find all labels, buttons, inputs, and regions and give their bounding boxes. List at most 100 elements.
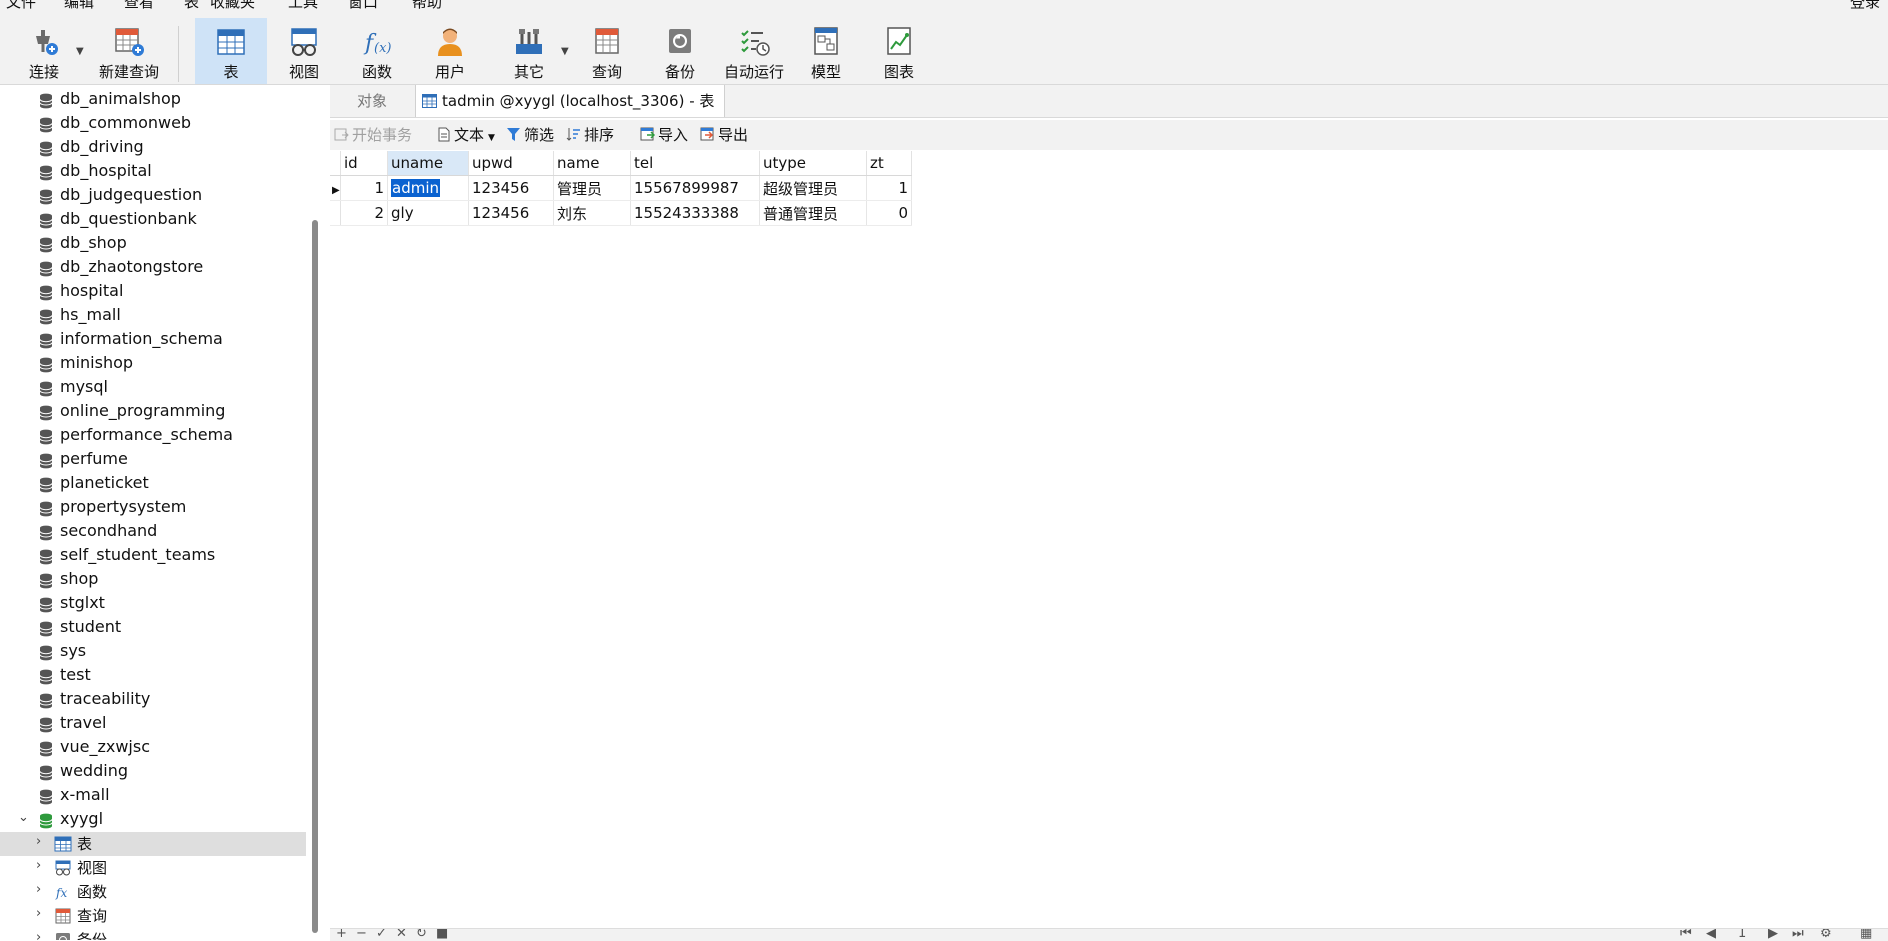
text-button[interactable]: 文本 ▼: [436, 124, 495, 149]
sidebar-db-travel[interactable]: travel: [0, 712, 306, 736]
column-header-tel[interactable]: tel: [630, 151, 760, 176]
sidebar-db-db_shop[interactable]: db_shop: [0, 232, 306, 256]
sidebar-db-test[interactable]: test: [0, 664, 306, 688]
export-button[interactable]: 导出: [700, 124, 748, 146]
sidebar-db-performance_schema[interactable]: performance_schema: [0, 424, 306, 448]
query-button[interactable]: 查询: [571, 18, 643, 84]
cell-zt[interactable]: 1: [866, 175, 912, 201]
sidebar-node-functions[interactable]: › fx 函数: [0, 880, 306, 904]
next-page-icon[interactable]: ▶: [1768, 929, 1778, 941]
cell-zt[interactable]: 0: [866, 200, 912, 226]
sidebar-db-traceability[interactable]: traceability: [0, 688, 306, 712]
cell-upwd[interactable]: 123456: [468, 175, 554, 201]
menu-view[interactable]: 查看: [124, 0, 154, 10]
cell-id[interactable]: 1: [340, 175, 388, 201]
page-number[interactable]: 1: [1738, 929, 1746, 941]
tab-objects[interactable]: 对象: [330, 85, 414, 117]
cell-name[interactable]: 刘东: [553, 200, 631, 226]
sidebar-db-x-mall[interactable]: x-mall: [0, 784, 306, 808]
connect-dropdown-icon[interactable]: ▼: [76, 46, 84, 57]
sidebar-db-online_programming[interactable]: online_programming: [0, 400, 306, 424]
first-page-icon[interactable]: ⏮: [1680, 929, 1692, 941]
menu-edit[interactable]: 编辑: [64, 0, 94, 10]
connection-tree[interactable]: db_animalshop db_commonweb db_driving db_ho…: [0, 85, 306, 940]
connect-button[interactable]: 连接: [8, 18, 80, 84]
sidebar-db-planeticket[interactable]: planeticket: [0, 472, 306, 496]
sidebar-node-backups[interactable]: › 备份: [0, 928, 306, 940]
sidebar-db-perfume[interactable]: perfume: [0, 448, 306, 472]
cell-uname[interactable]: gly: [387, 200, 469, 226]
begin-transaction-button[interactable]: 开始事务: [334, 124, 412, 146]
sidebar-node-queries[interactable]: › 查询: [0, 904, 306, 928]
new-query-button[interactable]: 新建查询: [86, 18, 172, 84]
sidebar-db-self_student_teams[interactable]: self_student_teams: [0, 544, 306, 568]
sidebar-db-propertysystem[interactable]: propertysystem: [0, 496, 306, 520]
prev-page-icon[interactable]: ◀: [1706, 929, 1716, 941]
cell-utype[interactable]: 超级管理员: [759, 175, 867, 201]
chart-button[interactable]: 图表: [863, 18, 935, 84]
sidebar-db-wedding[interactable]: wedding: [0, 760, 306, 784]
column-header-upwd[interactable]: upwd: [468, 151, 554, 176]
cell-tel[interactable]: 15567899987: [630, 175, 760, 201]
backup-button[interactable]: 备份: [644, 18, 716, 84]
filter-button[interactable]: 筛选: [506, 124, 554, 146]
cell-upwd[interactable]: 123456: [468, 200, 554, 226]
sort-button[interactable]: 排序: [566, 124, 614, 146]
column-header-id[interactable]: id: [340, 151, 388, 176]
function-button[interactable]: f (x) 函数: [341, 18, 413, 84]
sidebar-scrollbar[interactable]: [312, 220, 318, 933]
cell-tel[interactable]: 15524333388: [630, 200, 760, 226]
sidebar-db-stglxt[interactable]: stglxt: [0, 592, 306, 616]
apply-icon[interactable]: ✓: [376, 929, 387, 941]
cell-uname[interactable]: admin: [387, 175, 469, 201]
menu-tools[interactable]: 工具: [288, 0, 318, 10]
view-button[interactable]: 视图: [268, 18, 340, 84]
discard-icon[interactable]: ✕: [396, 929, 407, 941]
chevron-down-icon[interactable]: ⌄: [18, 810, 29, 825]
sidebar-db-shop[interactable]: shop: [0, 568, 306, 592]
sidebar-db-db_driving[interactable]: db_driving: [0, 136, 306, 160]
sidebar-db-hs_mall[interactable]: hs_mall: [0, 304, 306, 328]
menu-file[interactable]: 文件: [6, 0, 36, 10]
menu-favorites[interactable]: 收藏夹: [210, 0, 255, 10]
sidebar-db-open[interactable]: ⌄ xyygl: [0, 808, 306, 832]
gear-icon[interactable]: ⚙: [1820, 929, 1832, 941]
sidebar-db-sys[interactable]: sys: [0, 640, 306, 664]
column-header-utype[interactable]: utype: [759, 151, 867, 176]
cell-id[interactable]: 2: [340, 200, 388, 226]
user-button[interactable]: 用户: [414, 18, 486, 84]
sidebar-node-tables[interactable]: › 表: [0, 832, 306, 856]
chevron-right-icon[interactable]: ›: [36, 930, 41, 940]
column-header-uname[interactable]: uname: [387, 151, 469, 176]
sidebar-db-db_commonweb[interactable]: db_commonweb: [0, 112, 306, 136]
menu-table[interactable]: 表: [184, 0, 199, 10]
sidebar-db-db_animalshop[interactable]: db_animalshop: [0, 88, 306, 112]
import-button[interactable]: 导入: [640, 124, 688, 146]
sidebar-db-mysql[interactable]: mysql: [0, 376, 306, 400]
menu-window[interactable]: 窗口: [348, 0, 378, 10]
cell-utype[interactable]: 普通管理员: [759, 200, 867, 226]
stop-icon[interactable]: ■: [436, 929, 448, 941]
model-button[interactable]: 模型: [790, 18, 862, 84]
other-button[interactable]: 其它: [493, 18, 565, 84]
column-header-zt[interactable]: zt: [866, 151, 912, 176]
sidebar-db-minishop[interactable]: minishop: [0, 352, 306, 376]
sidebar-db-student[interactable]: student: [0, 616, 306, 640]
last-page-icon[interactable]: ⏭: [1792, 929, 1804, 941]
refresh-icon[interactable]: ↻: [416, 929, 427, 941]
sidebar-db-hospital[interactable]: hospital: [0, 280, 306, 304]
add-record-icon[interactable]: +: [336, 929, 347, 941]
auto-run-button[interactable]: 自动运行: [716, 18, 792, 84]
chevron-right-icon[interactable]: ›: [36, 906, 41, 921]
table-row[interactable]: ▶ 1 admin 123456 管理员 15567899987 超级管理员 1: [330, 175, 912, 201]
chevron-right-icon[interactable]: ›: [36, 858, 41, 873]
table-row[interactable]: 2 gly 123456 刘东 15524333388 普通管理员 0: [330, 200, 912, 226]
sidebar-db-vue_zxwjsc[interactable]: vue_zxwjsc: [0, 736, 306, 760]
sidebar-node-views[interactable]: › 视图: [0, 856, 306, 880]
menu-help[interactable]: 帮助: [412, 0, 442, 10]
sidebar-db-information_schema[interactable]: information_schema: [0, 328, 306, 352]
selected-cell-value[interactable]: admin: [391, 179, 440, 197]
grid-view-icon[interactable]: ▦: [1860, 929, 1872, 941]
table-button[interactable]: 表: [195, 18, 267, 84]
other-dropdown-icon[interactable]: ▼: [561, 46, 569, 57]
